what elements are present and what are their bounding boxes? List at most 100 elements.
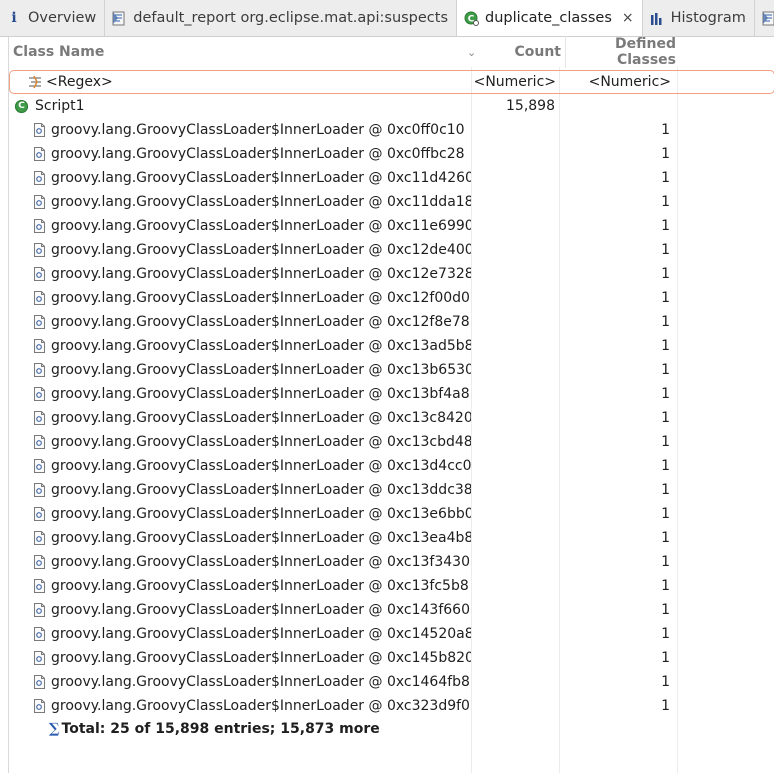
class-loader-icon [34,483,45,497]
class-loader-name: groovy.lang.GroovyClassLoader$InnerLoade… [51,698,470,714]
defined-value: 1 [661,698,670,714]
filter-row: <Regex> <Numeric> <Numeric> [9,70,774,94]
defined-value: 1 [661,674,670,690]
regex-filter-input[interactable]: <Regex> [46,74,113,90]
defined-filter-input[interactable]: <Numeric> [560,74,675,90]
defined-value: 1 [661,482,670,498]
table-row[interactable]: groovy.lang.GroovyClassLoader$InnerLoade… [9,478,774,502]
table-row[interactable]: groovy.lang.GroovyClassLoader$InnerLoade… [9,454,774,478]
table-row[interactable]: groovy.lang.GroovyClassLoader$InnerLoade… [9,694,774,718]
table-row[interactable]: groovy.lang.GroovyClassLoader$InnerLoade… [9,430,774,454]
defined-value: 1 [661,194,670,210]
class-loader-name: groovy.lang.GroovyClassLoader$InnerLoade… [51,218,471,234]
table-row[interactable]: groovy.lang.GroovyClassLoader$InnerLoade… [9,382,774,406]
count-value: 15,898 [506,98,555,114]
tab-default-report-suspects[interactable]: default_report org.eclipse.mat.api:suspe… [105,0,458,36]
table-row[interactable]: groovy.lang.GroovyClassLoader$InnerLoade… [9,574,774,598]
class-loader-name: groovy.lang.GroovyClassLoader$InnerLoade… [51,362,471,378]
duplicate-classes-table: Class Name ⌄ Count Defined Classes <Rege… [8,36,774,773]
table-row[interactable]: groovy.lang.GroovyClassLoader$InnerLoade… [9,190,774,214]
tab-duplicate-classes[interactable]: C duplicate_classes × [457,0,643,36]
class-loader-name: groovy.lang.GroovyClassLoader$InnerLoade… [51,266,471,282]
class-query-icon: C [463,10,479,26]
class-loader-icon [34,339,45,353]
class-loader-name: groovy.lang.GroovyClassLoader$InnerLoade… [51,338,471,354]
table-row[interactable]: groovy.lang.GroovyClassLoader$InnerLoade… [9,526,774,550]
table-row[interactable]: groovy.lang.GroovyClassLoader$InnerLoade… [9,358,774,382]
column-header-defined-classes[interactable]: Defined Classes [565,36,680,68]
class-loader-name: groovy.lang.GroovyClassLoader$InnerLoade… [51,122,465,138]
tab-overview[interactable]: i Overview [0,0,106,36]
table-row[interactable]: groovy.lang.GroovyClassLoader$InnerLoade… [9,334,774,358]
close-icon[interactable]: × [622,10,634,26]
class-loader-icon [34,291,45,305]
table-row[interactable]: groovy.lang.GroovyClassLoader$InnerLoade… [9,262,774,286]
column-header-class-name[interactable]: Class Name [9,44,467,60]
class-loader-icon [34,507,45,521]
class-loader-name: groovy.lang.GroovyClassLoader$InnerLoade… [51,314,470,330]
class-loader-icon [34,699,45,713]
info-icon: i [11,10,17,26]
table-row[interactable]: groovy.lang.GroovyClassLoader$InnerLoade… [9,142,774,166]
table-row[interactable]: groovy.lang.GroovyClassLoader$InnerLoade… [9,646,774,670]
column-header-count[interactable]: Count [477,44,565,60]
class-loader-icon [34,315,45,329]
histogram-icon [649,10,665,26]
class-loader-name: groovy.lang.GroovyClassLoader$InnerLoade… [51,554,470,570]
defined-value: 1 [661,626,670,642]
table-row[interactable]: groovy.lang.GroovyClassLoader$InnerLoade… [9,238,774,262]
class-loader-icon [34,531,45,545]
class-icon: C [15,99,28,113]
class-loader-icon [34,555,45,569]
class-loader-name: groovy.lang.GroovyClassLoader$InnerLoade… [51,482,471,498]
class-loader-icon [34,459,45,473]
class-loader-icon [34,675,45,689]
class-loader-icon [34,363,45,377]
class-loader-icon [34,411,45,425]
defined-value: 1 [661,650,670,666]
table-row-script1[interactable]: C Script1 15,898 [9,94,774,118]
sigma-icon: ∑ [49,721,60,737]
defined-value: 1 [661,578,670,594]
class-loader-name: groovy.lang.GroovyClassLoader$InnerLoade… [51,458,471,474]
class-loader-name: groovy.lang.GroovyClassLoader$InnerLoade… [51,650,471,666]
count-filter-input[interactable]: <Numeric> [472,74,560,90]
class-loader-name: groovy.lang.GroovyClassLoader$InnerLoade… [51,506,471,522]
table-row[interactable]: groovy.lang.GroovyClassLoader$InnerLoade… [9,310,774,334]
filter-icon [28,75,42,89]
class-name: Script1 [35,98,85,114]
defined-value: 1 [661,170,670,186]
defined-value: 1 [661,506,670,522]
defined-value: 1 [661,458,670,474]
table-row[interactable]: groovy.lang.GroovyClassLoader$InnerLoade… [9,118,774,142]
table-row[interactable]: groovy.lang.GroovyClassLoader$InnerLoade… [9,406,774,430]
defined-value: 1 [661,386,670,402]
table-row[interactable]: groovy.lang.GroovyClassLoader$InnerLoade… [9,622,774,646]
tab-label: duplicate_classes [485,10,612,26]
regex-filter-cell[interactable]: <Regex> [10,74,472,90]
class-loader-icon [34,147,45,161]
tab-default-report[interactable]: default_re [755,0,774,36]
table-row[interactable]: groovy.lang.GroovyClassLoader$InnerLoade… [9,214,774,238]
defined-value: 1 [661,122,670,138]
table-row[interactable]: groovy.lang.GroovyClassLoader$InnerLoade… [9,670,774,694]
class-loader-icon [34,627,45,641]
table-row[interactable]: groovy.lang.GroovyClassLoader$InnerLoade… [9,550,774,574]
defined-value: 1 [661,314,670,330]
defined-value: 1 [661,338,670,354]
table-row[interactable]: groovy.lang.GroovyClassLoader$InnerLoade… [9,166,774,190]
class-loader-name: groovy.lang.GroovyClassLoader$InnerLoade… [51,530,471,546]
total-summary: ∑ Total: 25 of 15,898 entries; 15,873 mo… [49,718,380,740]
class-loader-icon [34,603,45,617]
tab-label: Histogram [670,10,746,26]
table-row[interactable]: groovy.lang.GroovyClassLoader$InnerLoade… [9,598,774,622]
class-loader-icon [34,243,45,257]
table-row[interactable]: groovy.lang.GroovyClassLoader$InnerLoade… [9,286,774,310]
defined-value: 1 [661,410,670,426]
tab-histogram[interactable]: Histogram [643,0,755,36]
sort-chevron-down-icon[interactable]: ⌄ [467,46,477,59]
table-row[interactable]: groovy.lang.GroovyClassLoader$InnerLoade… [9,502,774,526]
class-loader-name: groovy.lang.GroovyClassLoader$InnerLoade… [51,146,465,162]
defined-value: 1 [661,146,670,162]
class-loader-name: groovy.lang.GroovyClassLoader$InnerLoade… [51,386,470,402]
